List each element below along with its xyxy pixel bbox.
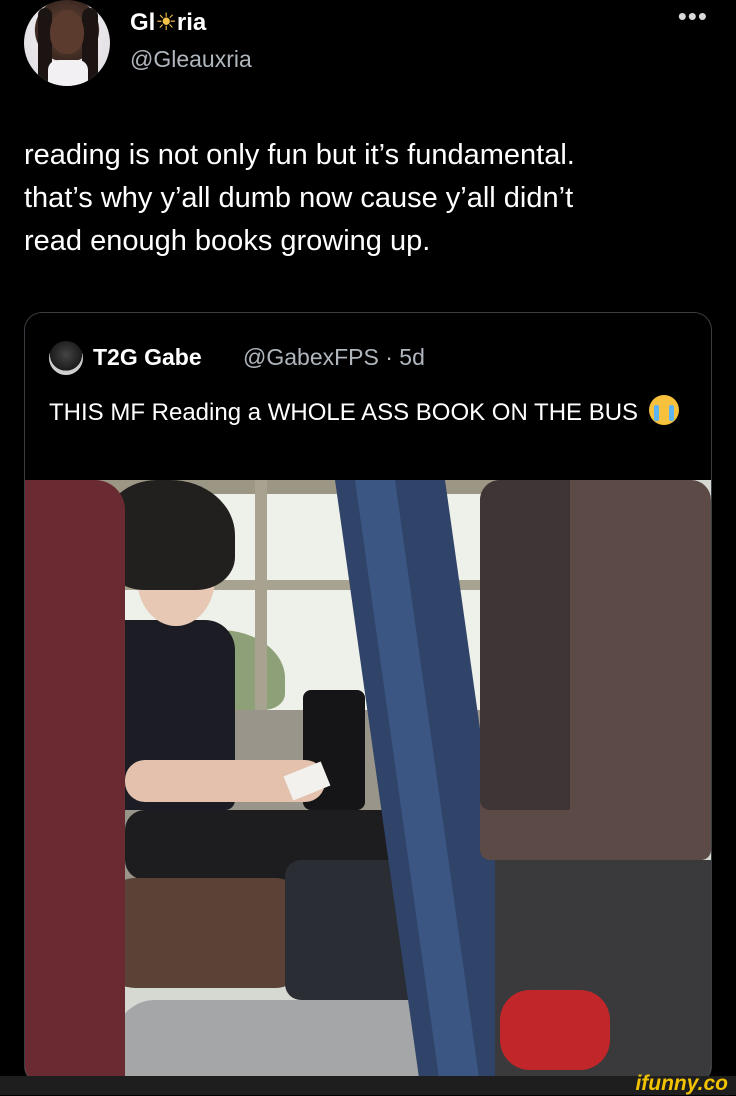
sun-icon: ☀ <box>155 9 177 36</box>
loudly-crying-face-icon <box>648 395 679 425</box>
meta-separator: · <box>385 344 393 370</box>
quoted-author-name: T2G Gabe <box>93 344 202 370</box>
quoted-author-avatar <box>49 341 83 375</box>
tweet-text: reading is not only fun but it’s fundame… <box>24 134 714 263</box>
tweet-header: Gl☀ria @Gleauxria ••• <box>24 0 714 88</box>
fire-extinguisher <box>500 990 610 1070</box>
quoted-tweet-photo[interactable] <box>25 480 711 1083</box>
quoted-tweet-header: T2G Gabe @GabexFPS · 5d <box>49 341 689 375</box>
quoted-author-handle: @GabexFPS <box>243 344 379 370</box>
tweet-text-line: reading is not only fun but it’s fundame… <box>24 139 575 171</box>
quoted-tweet-age: 5d <box>399 344 425 370</box>
tweet-text-line: read enough books growing up. <box>24 225 431 257</box>
seat-cushion <box>105 878 305 988</box>
quoted-author-meta: @GabexFPS · 5d <box>243 344 425 371</box>
quoted-tweet-card[interactable]: T2G Gabe @GabexFPS · 5d THIS MF Reading … <box>24 312 712 1084</box>
left-seat-back <box>25 480 125 1083</box>
tweet-text-line: that’s why y’all dumb now cause y’all di… <box>24 182 574 214</box>
display-name-part: ria <box>176 9 207 36</box>
author-handle[interactable]: @Gleauxria <box>130 46 252 73</box>
window-mullion <box>255 480 267 710</box>
avatar-top <box>48 60 88 86</box>
display-name-part: Gl <box>130 9 156 36</box>
avatar-face <box>50 10 84 54</box>
author-avatar[interactable] <box>24 0 110 86</box>
ifunny-watermark: ifunny.co <box>635 1072 728 1095</box>
more-dots-icon[interactable]: ••• <box>678 3 708 29</box>
right-seat-shadow <box>480 480 570 810</box>
author-display-name[interactable]: Gl☀ria <box>130 8 206 37</box>
quoted-tweet-text: THIS MF Reading a WHOLE ASS BOOK ON THE … <box>49 395 689 430</box>
front-seat <box>115 1000 445 1083</box>
quoted-tweet-text-content: THIS MF Reading a WHOLE ASS BOOK ON THE … <box>49 399 639 426</box>
footer-bar <box>0 1076 736 1095</box>
